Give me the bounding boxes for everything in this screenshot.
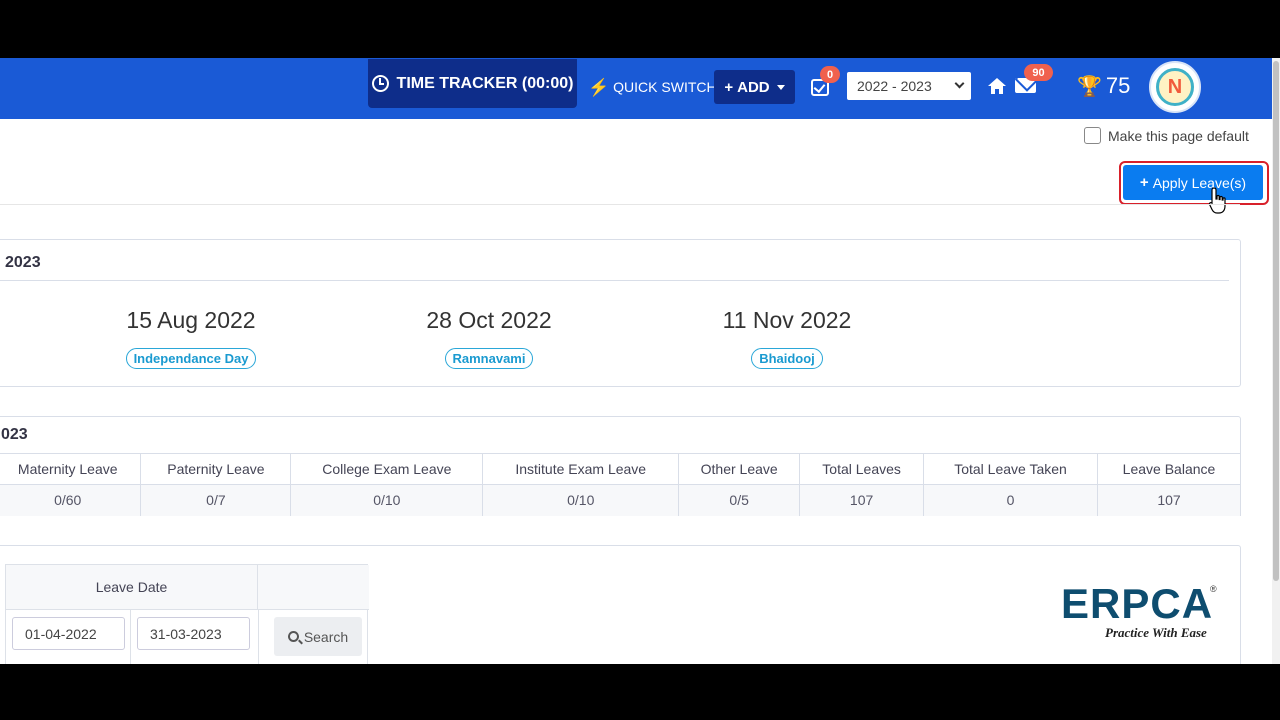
table-cell: 0/10	[290, 484, 484, 516]
plus-icon: +	[1139, 174, 1149, 191]
holiday-date: 11 Nov 2022	[722, 307, 852, 333]
column-header: Total Leaves	[799, 453, 925, 485]
filter-divider	[258, 610, 259, 664]
column-header: Maternity Leave	[0, 453, 142, 485]
table-cell: 0/60	[0, 484, 142, 516]
filter-header-empty	[258, 565, 369, 610]
clock-icon	[371, 75, 389, 92]
column-header: Total Leave Taken	[923, 453, 1098, 485]
table-cell: 107	[799, 484, 925, 516]
table-cell: 107	[1097, 484, 1242, 516]
top-navbar: TIME TRACKER (00:00) ⚡ QUICK SWITCH + AD…	[0, 58, 1280, 119]
search-icon	[287, 631, 299, 642]
user-avatar[interactable]: N	[1149, 61, 1201, 113]
holiday-name-tag: Ramnavami	[444, 348, 534, 369]
financial-year-select[interactable]: 2022 - 2023	[847, 72, 971, 100]
plus-icon: +	[724, 78, 734, 96]
logo-tagline: Practice With Ease	[1105, 625, 1207, 640]
holiday-name-tag: Independance Day	[125, 348, 257, 369]
table-cell: 0/5	[678, 484, 801, 516]
holiday-date: 28 Oct 2022	[426, 307, 552, 333]
app-screen: TIME TRACKER (00:00) ⚡ QUICK SWITCH + AD…	[0, 58, 1280, 664]
home-icon[interactable]	[987, 76, 1007, 96]
to-date-input[interactable]: 31-03-2023	[137, 617, 250, 650]
task-count-badge: 0	[820, 66, 840, 83]
leave-date-header: Leave Date	[6, 565, 258, 610]
quick-switch-label: QUICK SWITCH	[613, 79, 717, 95]
filter-divider	[130, 610, 131, 664]
quick-switch-button[interactable]: ⚡ QUICK SWITCH	[588, 75, 717, 99]
column-header: Leave Balance	[1097, 453, 1242, 485]
make-default-label: Make this page default	[1108, 127, 1249, 144]
page-header-divider	[0, 204, 1240, 205]
time-tracker-label: TIME TRACKER (00:00)	[396, 74, 574, 92]
chevron-down-icon	[954, 78, 965, 89]
time-tracker-button[interactable]: TIME TRACKER (00:00)	[368, 59, 577, 108]
add-label: ADD	[737, 78, 770, 96]
trophy-icon: 🏆	[1077, 75, 1102, 98]
table-cell: 0/7	[140, 484, 292, 516]
make-default-row[interactable]: Make this page default	[1084, 127, 1249, 144]
apply-leaves-button[interactable]: + Apply Leave(s)	[1123, 165, 1263, 200]
holiday-date: 15 Aug 2022	[126, 307, 256, 333]
holidays-title: 2023	[5, 254, 41, 271]
column-header: Institute Exam Leave	[482, 453, 680, 485]
column-header: Paternity Leave	[140, 453, 292, 485]
column-header: College Exam Leave	[290, 453, 484, 485]
column-header: Other Leave	[678, 453, 801, 485]
search-button[interactable]: Search	[274, 617, 362, 656]
table-row: 0/60 0/7 0/10 0/10 0/5 107 0 107	[0, 484, 1242, 516]
leave-summary-card: 023 Maternity Leave Paternity Leave Coll…	[0, 416, 1242, 516]
make-default-checkbox[interactable]	[1084, 127, 1101, 144]
search-label: Search	[303, 628, 349, 645]
logo-registered-mark: ®	[1210, 584, 1217, 594]
logo-name: ERPCA	[1061, 580, 1214, 627]
mail-count-badge: 90	[1024, 64, 1053, 81]
trophy-points[interactable]: 🏆 75	[1077, 72, 1130, 100]
from-date-input[interactable]: 01-04-2022	[12, 617, 125, 650]
table-header-row: Maternity Leave Paternity Leave College …	[0, 453, 1242, 485]
hand-cursor-icon	[1208, 187, 1226, 214]
leave-filter-card: Leave Date 01-04-2022 31-03-2023 Search	[0, 545, 1241, 664]
holiday-item: 11 Nov 2022 Bhaidooj	[657, 307, 917, 369]
table-cell: 0/10	[482, 484, 680, 516]
holidays-divider	[0, 280, 1229, 281]
leave-summary-title: 023	[1, 426, 28, 443]
holiday-item: 15 Aug 2022 Independance Day	[61, 307, 321, 369]
apply-leaves-label: Apply Leave(s)	[1152, 174, 1247, 191]
avatar-initial: N	[1156, 68, 1194, 106]
holiday-name-tag: Bhaidooj	[751, 348, 823, 369]
holiday-item: 28 Oct 2022 Ramnavami	[359, 307, 619, 369]
add-button[interactable]: + ADD	[714, 70, 795, 104]
financial-year-value: 2022 - 2023	[857, 78, 932, 94]
trophy-points-value: 75	[1105, 73, 1131, 98]
page-scrollbar-thumb[interactable]	[1273, 61, 1279, 581]
bolt-icon: ⚡	[588, 77, 610, 97]
erpca-logo: ERPCA ® Practice With Ease	[1061, 583, 1226, 643]
leave-summary-table: Maternity Leave Paternity Leave College …	[0, 453, 1242, 516]
table-cell: 0	[923, 484, 1098, 516]
holidays-card: 2023 15 Aug 2022 Independance Day 28 Oct…	[0, 239, 1241, 387]
leave-date-filter: Leave Date 01-04-2022 31-03-2023 Search	[5, 564, 369, 664]
caret-down-icon	[776, 84, 785, 90]
